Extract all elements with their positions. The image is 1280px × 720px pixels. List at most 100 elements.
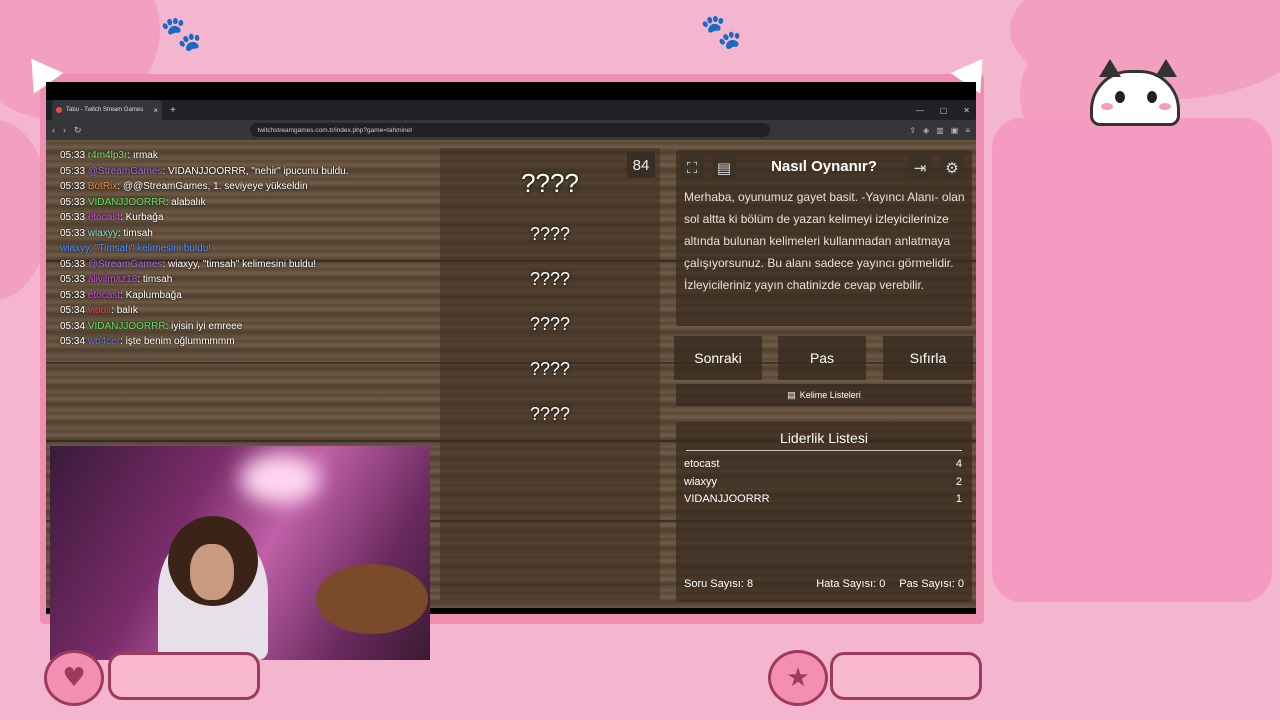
new-tab-icon[interactable]: + [170,105,176,116]
reload-icon[interactable]: ↻ [74,125,82,136]
leader-score: 1 [955,493,962,505]
hint-word: ???? [529,314,571,334]
pass-button[interactable]: Pas [778,336,866,380]
tab-title: Tabu - Twitch Stream Games [66,107,144,113]
leader-score: 4 [955,458,962,470]
chat-text: : işte benim oğlummmmm [120,336,235,347]
chat-timestamp: 05:33 [60,227,88,239]
leader-name: etocast [684,458,720,470]
chat-username[interactable]: aliyilmaz18 [88,274,137,285]
hint-word: ???? [529,224,571,244]
back-icon[interactable]: ‹ [52,125,55,135]
minimize-icon[interactable]: — [916,106,924,115]
chat-message: 05:33 @StreamGames: wiaxyy, "timsah" kel… [60,257,416,273]
star-cat-icon: ★ [768,650,828,706]
chat-username[interactable]: r4m4lp3r [88,150,127,161]
game-page: 05:33 r4m4lp3r: ırmak 05:33 @StreamGames:… [46,140,976,660]
chat-username[interactable]: viodit [88,305,111,316]
chat-message: 05:33 @StreamGames: VIDANJJOORRR, "nehir… [60,164,416,180]
tab-bar: Tabu - Twitch Stream Games × + — ▢ ✕ [46,100,976,120]
leader-name: wiaxyy [684,476,718,488]
game-stats: Soru Sayısı: 8 Hata Sayısı: 0 Pas Sayısı… [684,578,964,590]
wallet-icon[interactable]: ▣ [951,126,959,135]
chat-username[interactable]: VIDANJJOORRR [88,321,166,332]
address-bar[interactable]: twitchstreamgames.com.tr/index.php?game=… [249,123,770,137]
chat-username[interactable]: wb4cer [88,336,120,347]
chat-username[interactable]: BotRix [88,181,117,192]
forward-icon[interactable]: › [63,125,66,135]
timer-counter: 84 [627,152,655,178]
cat-ear [1155,59,1177,77]
chat-message: 05:33 aliyilmaz18: timsah [60,272,416,288]
leaderboard-panel [676,422,972,602]
chat-text: : @@StreamGames, 1. seviyeye yükseldin [117,181,308,192]
expand-icon[interactable]: ⛶ [680,156,704,180]
word-lists-label: Kelime Listeleri [799,390,861,400]
chat-username[interactable]: wiaxyy [88,228,118,239]
chat-text: : iyisin iyi emreee [165,320,243,332]
chat-text: : wiaxyy, "timsah" kelimesini buldu! [162,258,317,270]
chat-username[interactable]: @StreamGames [88,259,163,270]
word-lists-button[interactable]: ▤ Kelime Listeleri [676,384,972,406]
exit-icon[interactable]: ⇥ [908,156,932,180]
chat-text: : ırmak [127,150,158,161]
close-tab-icon[interactable]: × [153,106,158,115]
close-window-icon[interactable]: ✕ [963,106,970,115]
side-overlay-panel [992,118,1272,602]
cat-eye [1115,91,1125,103]
extension-icon[interactable]: ◈ [923,126,929,135]
how-to-text: Merhaba, oyunumuz gayet basit. -Yayıncı … [684,190,965,292]
error-count: Hata Sayısı: 0 [816,578,886,590]
chat-timestamp: 05:33 [60,289,88,301]
gear-icon[interactable]: ⚙ [940,156,964,180]
chat-timestamp: 05:34 [60,320,88,332]
pass-count: Pas Sayısı: 0 [899,578,964,590]
chat-text: : VIDANJJOORRR, "nehir" ipucunu buldu. [162,165,349,177]
chat-username[interactable]: wiaxyy, [60,243,92,254]
share-icon[interactable]: ⇪ [909,126,916,135]
chat-timestamp: 05:33 [60,274,88,285]
chat-timestamp: 05:33 [60,181,88,192]
chat-panel: 05:33 r4m4lp3r: ırmak 05:33 @StreamGames:… [52,146,424,354]
maximize-icon[interactable]: ▢ [940,106,948,115]
leader-score: 2 [955,476,962,488]
toolbar-icons: ⇪ ◈ ▥ ▣ ≡ [909,126,970,135]
chat-timestamp: 05:33 [60,212,88,223]
cat-cheek [1159,103,1171,110]
plush-toy [316,564,428,634]
chat-message: 05:33 r4m4lp3r: ırmak [60,148,416,164]
leaderboard-title: Liderlik Listesi [780,430,868,446]
cat-eye [1147,91,1157,103]
chat-message: 05:33 etocast: Kaplumbağa [60,288,416,304]
clipboard-icon: ▤ [787,389,796,400]
chat-username[interactable]: etocast [88,290,120,301]
nav-bar: ‹ › ↻ twitchstreamgames.com.tr/index.php… [46,120,976,140]
chat-username[interactable]: @StreamGames [88,166,163,177]
chat-username[interactable]: etocast [88,212,120,223]
leaderboard-row: etocast 4 [684,458,962,470]
sidebar-icon[interactable]: ▥ [936,126,944,135]
word-card: ???? ???? ???? ???? ???? ???? [440,148,660,600]
chat-text: : alabalık [165,196,206,208]
leaderboard-row: wiaxyy 2 [684,476,962,488]
chat-message: 05:33 BotRix: @@StreamGames, 1. seviyeye… [60,179,416,195]
heart-cat-icon: ♥ [44,650,104,706]
hint-word: ???? [529,359,571,379]
paw-icon: 🐾 [160,14,203,54]
leaderboard-divider [686,450,962,451]
url-text: twitchstreamgames.com.tr/index.php?game=… [257,126,412,134]
chat-message: wiaxyy, "Timsah" kelimesini buldu! [60,241,416,257]
chat-message: 05:33 VIDANJJOORRR: alabalık [60,195,416,211]
hint-word: ???? [529,269,571,289]
reset-button[interactable]: Sıfırla [883,336,973,380]
next-button[interactable]: Sonraki [674,336,762,380]
how-to-title: Nasıl Oynanır? [771,158,877,175]
streamer-face [190,544,234,600]
bottom-name-plate [830,652,982,700]
chat-username[interactable]: VIDANJJOORRR [88,197,166,208]
leaderboard-row: VIDANJJOORRR 1 [684,493,962,505]
browser-tab[interactable]: Tabu - Twitch Stream Games × [52,100,162,120]
bottom-name-plate [108,652,260,700]
chat-text: : timsah [137,274,173,285]
menu-icon[interactable]: ≡ [965,126,970,135]
